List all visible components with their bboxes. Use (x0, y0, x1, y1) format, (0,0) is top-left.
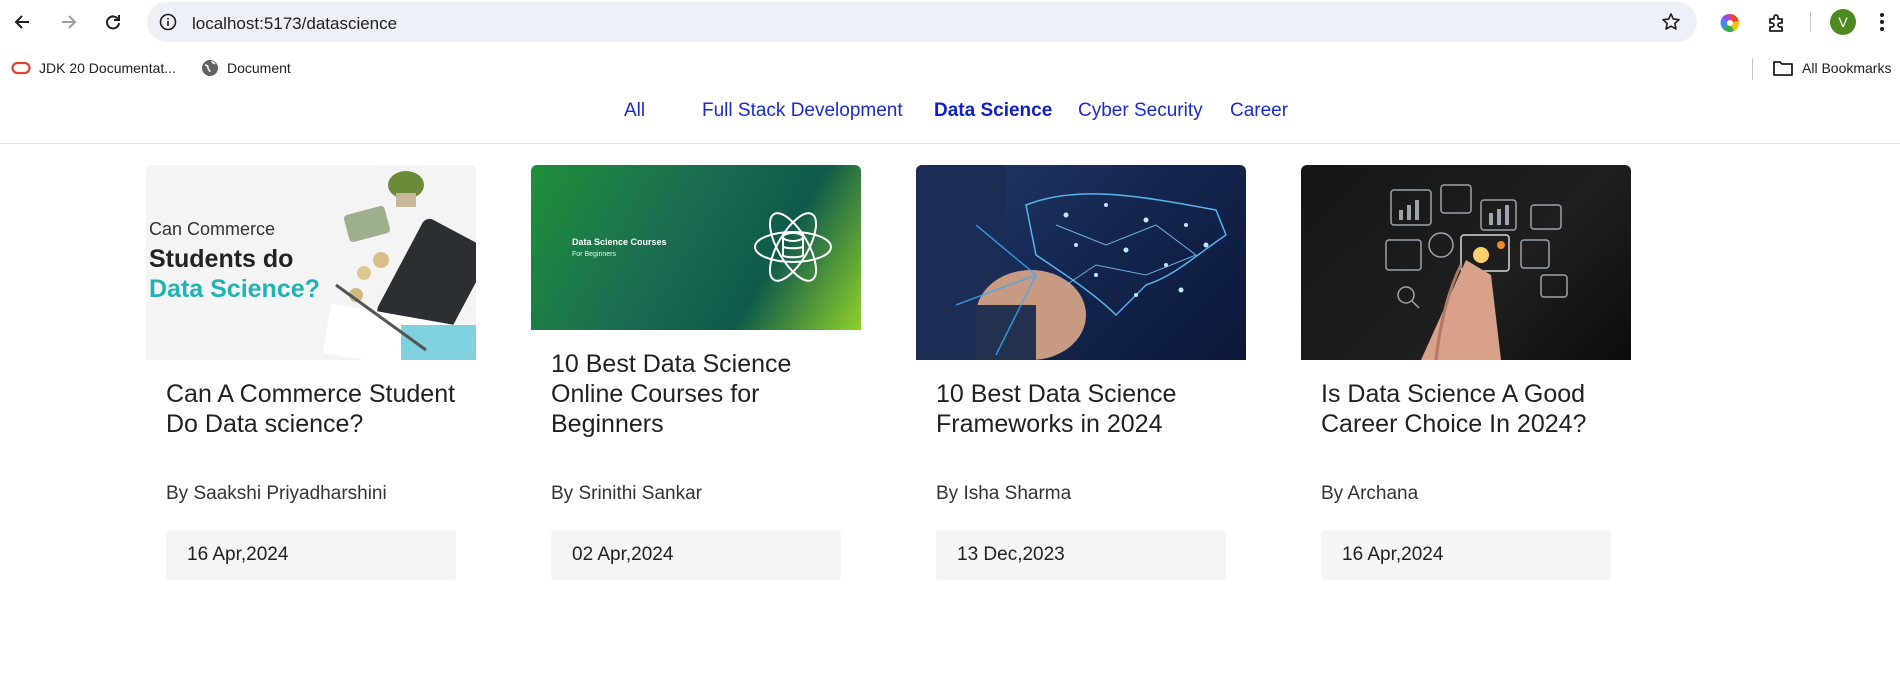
thumb-text-line2: Students do (149, 245, 294, 273)
atom-database-image (754, 212, 832, 282)
world-network-image (916, 165, 1227, 360)
extensions-puzzle-icon[interactable] (1765, 11, 1789, 35)
card-title[interactable]: 10 Best Data Science Frameworks in 2024 (936, 379, 1236, 439)
thumb-text-line2: For Beginners (572, 251, 616, 258)
color-extension-icon[interactable] (1718, 11, 1742, 35)
card-date: 02 Apr,2024 (551, 530, 841, 580)
url-text[interactable]: localhost:5173/datascience (192, 14, 397, 34)
bookmark-jdk[interactable]: JDK 20 Documentat... (11, 57, 176, 79)
reload-icon (106, 15, 120, 30)
back-button[interactable] (9, 8, 37, 36)
bookmark-star-icon[interactable] (1661, 12, 1681, 32)
all-bookmarks-label: All Bookmarks (1802, 60, 1892, 76)
bookmarks-divider (1752, 58, 1753, 80)
all-bookmarks-button[interactable]: All Bookmarks (1772, 57, 1891, 79)
thumb-text-line1: Can Commerce (149, 219, 276, 239)
card-date: 16 Apr,2024 (1321, 530, 1611, 580)
nav-career[interactable]: Career (1230, 100, 1288, 122)
nav-cyber-security[interactable]: Cyber Security (1078, 100, 1203, 122)
card-author: By Srinithi Sankar (551, 483, 703, 504)
site-info-icon[interactable] (158, 12, 178, 32)
forward-button[interactable] (54, 8, 82, 36)
oracle-icon (11, 61, 31, 75)
card-thumbnail[interactable] (916, 165, 1246, 360)
thumb-text-line1: Data Science Courses (572, 237, 667, 247)
bookmark-document[interactable]: Document (201, 57, 291, 79)
card-author: By Isha Sharma (936, 483, 1072, 504)
address-bar[interactable]: localhost:5173/datascience (147, 2, 1697, 42)
card-author: By Saakshi Priyadharshini (166, 483, 387, 504)
arrow-left-icon (14, 15, 29, 29)
bookmark-label: Document (227, 60, 291, 76)
more-menu-icon[interactable] (1876, 10, 1888, 34)
toolbar-divider (1810, 12, 1811, 32)
card-author: By Archana (1321, 483, 1419, 504)
thumb-text-line3: Data Science? (149, 275, 320, 303)
nav-full-stack-development[interactable]: Full Stack Development (702, 100, 903, 122)
card-date: 16 Apr,2024 (166, 530, 456, 580)
bookmarks-bar: JDK 20 Documentat... Document All Bookma… (0, 52, 1900, 84)
card-title[interactable]: 10 Best Data Science Online Courses for … (551, 349, 851, 439)
nav-all[interactable]: All (624, 100, 645, 122)
card-thumbnail[interactable]: Data Science Courses For Beginners (531, 165, 861, 330)
profile-avatar[interactable]: V (1830, 9, 1856, 35)
folder-icon (1773, 61, 1793, 76)
nav-data-science[interactable]: Data Science (934, 100, 1052, 122)
card-date: 13 Dec,2023 (936, 530, 1226, 580)
card-thumbnail[interactable] (1301, 165, 1631, 360)
category-nav: All Full Stack Development Data Science … (0, 96, 1900, 144)
touch-analytics-image (1385, 184, 1568, 360)
arrow-right-icon (62, 15, 77, 29)
reload-button[interactable] (99, 8, 127, 36)
card-title[interactable]: Is Data Science A Good Career Choice In … (1321, 379, 1621, 439)
card-thumbnail[interactable]: Can Commerce Students do Data Science? (146, 165, 476, 360)
globe-icon (202, 60, 218, 76)
browser-toolbar: localhost:5173/datascience V (0, 0, 1900, 44)
card-title[interactable]: Can A Commerce Student Do Data science? (166, 379, 466, 439)
bookmark-label: JDK 20 Documentat... (39, 60, 176, 76)
